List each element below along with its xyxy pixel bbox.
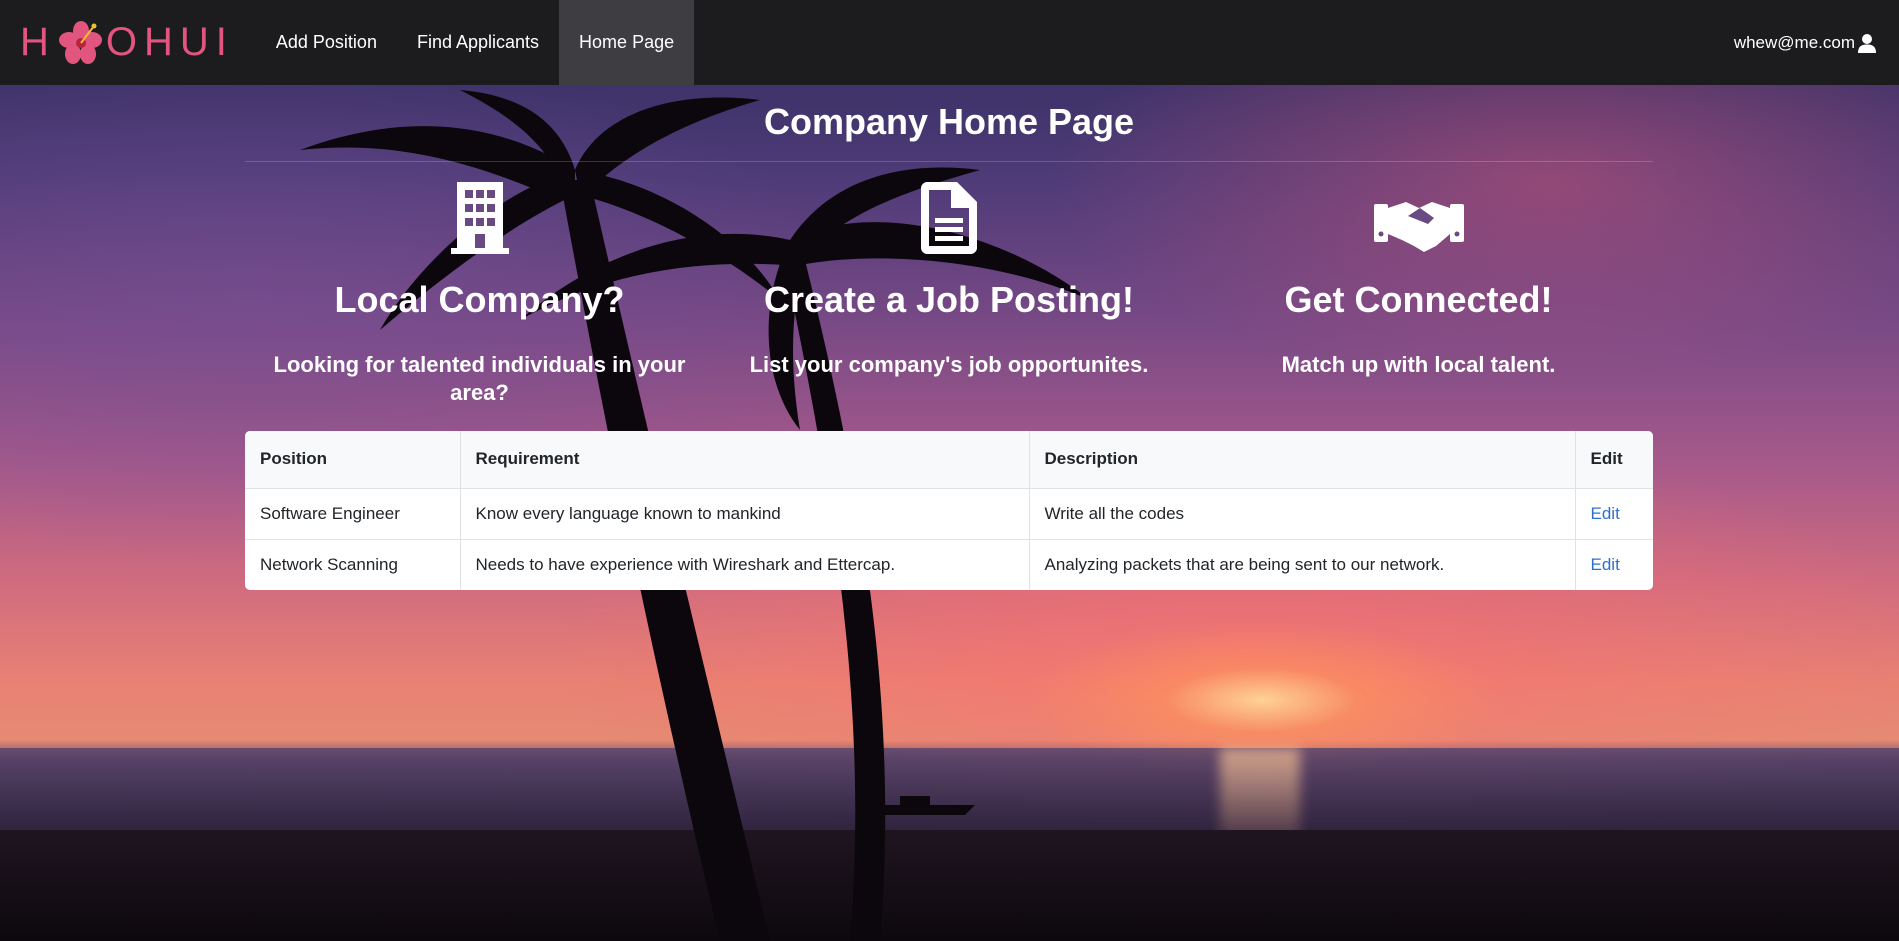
table-row: Software Engineer Know every language kn… — [245, 488, 1653, 540]
positions-table: Position Requirement Description Edit So… — [245, 431, 1653, 590]
feature-text: Looking for talented individuals in your… — [273, 352, 686, 405]
cell-description: Write all the codes — [1029, 488, 1576, 540]
table-row: Network Scanning Needs to have experienc… — [245, 539, 1653, 590]
table-header-row: Position Requirement Description Edit — [245, 431, 1653, 489]
cell-requirement: Needs to have experience with Wireshark … — [460, 539, 1030, 590]
document-icon — [921, 182, 977, 254]
main-content: Company Home Page Local Company? Looking… — [245, 85, 1653, 407]
hibiscus-flower-icon — [58, 20, 102, 64]
column-header-description: Description — [1029, 431, 1576, 489]
feature-text: List your company's job opportunites. — [749, 352, 1149, 377]
edit-link[interactable]: Edit — [1591, 504, 1620, 523]
column-header-edit: Edit — [1575, 431, 1653, 489]
building-icon — [450, 182, 509, 254]
handshake-icon — [1373, 202, 1464, 252]
nav-link-find-applicants[interactable]: Find Applicants — [397, 0, 559, 85]
positions-table-container: Position Requirement Description Edit So… — [245, 431, 1653, 590]
feature-job-posting: Create a Job Posting! List your company'… — [715, 162, 1184, 407]
cell-description: Analyzing packets that are being sent to… — [1029, 539, 1576, 590]
feature-heading: Local Company? — [334, 279, 625, 320]
brand-text-right: OHUI — [105, 20, 234, 64]
edit-link[interactable]: Edit — [1591, 555, 1620, 574]
page-title: Company Home Page — [763, 101, 1135, 142]
cell-position: Network Scanning — [245, 539, 461, 590]
cell-position: Software Engineer — [245, 488, 461, 540]
column-header-position: Position — [245, 431, 461, 489]
top-navbar: H OHUI Add Position Find Applicants Home… — [0, 0, 1899, 85]
user-email: whew@me.com — [1733, 32, 1855, 52]
column-header-requirement: Requirement — [460, 431, 1030, 489]
feature-heading: Get Connected! — [1284, 279, 1553, 320]
cell-edit: Edit — [1575, 488, 1653, 540]
user-menu[interactable]: whew@me.com — [1734, 33, 1877, 53]
nav-links: Add Position Find Applicants Home Page — [256, 0, 695, 85]
nav-link-add-position[interactable]: Add Position — [256, 0, 397, 85]
cell-requirement: Know every language known to mankind — [460, 488, 1030, 540]
cell-edit: Edit — [1575, 539, 1653, 590]
user-icon — [1858, 33, 1876, 53]
nav-link-home-page[interactable]: Home Page — [559, 0, 695, 85]
feature-local-company: Local Company? Looking for talented indi… — [245, 162, 714, 407]
brand-text-left: H — [20, 20, 56, 64]
feature-text: Match up with local talent. — [1281, 352, 1556, 377]
feature-get-connected: Get Connected! Match up with local talen… — [1184, 162, 1653, 407]
feature-section: Local Company? Looking for talented indi… — [245, 162, 1653, 407]
feature-heading: Create a Job Posting! — [763, 279, 1135, 320]
brand-logo[interactable]: H OHUI — [20, 0, 234, 85]
